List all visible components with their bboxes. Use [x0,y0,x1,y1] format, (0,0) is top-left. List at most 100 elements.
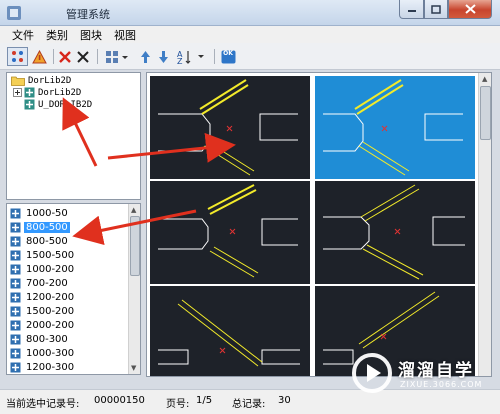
list-item[interactable]: 2000-200 [10,318,128,332]
arrow-up-icon [140,50,150,63]
block-icon [10,306,21,316]
list-item[interactable]: 700-200 [10,276,128,290]
list-scroll-thumb[interactable] [130,216,140,276]
svg-text:Z: Z [177,57,183,65]
drawing-preview [323,79,463,176]
list-item-label: 800-500 [24,221,70,233]
block-icon [10,208,21,218]
list-item[interactable]: 1000-50 [10,206,128,220]
block-icon [10,292,21,302]
window-title: 管理系统 [66,8,110,21]
menu-block[interactable]: 图块 [74,26,108,43]
list-item-label: 2000-200 [26,319,75,331]
thumbnail-cell[interactable] [150,181,310,284]
watermark: 溜溜自学 ZIXUE.3066.COM [350,350,490,396]
menu-bar: 文件 类别 图块 视图 [0,26,500,43]
list-item[interactable]: 1000-200 [10,262,128,276]
list-scrollbar[interactable]: ▲ ▼ [128,204,140,374]
menu-file[interactable]: 文件 [6,26,40,43]
total-label: 总记录: [232,399,266,410]
list-item-label: 1000-50 [26,207,68,219]
thumbnail-cell[interactable] [150,76,310,179]
list-item-label: 1200-200 [26,291,75,303]
block-icon [10,236,21,246]
list-item[interactable]: 800-300 [10,332,128,346]
move-up-button[interactable] [138,47,152,66]
scroll-up-icon[interactable]: ▲ [131,206,136,214]
maximize-icon [431,4,441,14]
list-item[interactable]: 1500-500 [10,248,128,262]
thumbnail-cell-selected[interactable] [315,76,475,179]
list-item[interactable]: 800-500 [10,234,128,248]
drawing-preview [158,184,298,278]
watermark-name: 溜溜自学 [398,361,474,381]
folder-icon [11,76,25,86]
tree-node-child[interactable]: U_DORLIB2D [24,98,92,111]
thumbnail-grid: ▲ [146,72,492,377]
record-label: 当前选中记录号: [6,399,80,410]
grid-scrollbar[interactable]: ▲ [478,73,491,376]
watermark-url: ZIXUE.3066.COM [400,380,483,389]
drawing-preview [158,299,300,367]
block-icon [10,222,21,232]
grid-dots-icon [12,51,23,62]
tree-node-label: DorLib2D [38,87,82,98]
list-item[interactable]: 1200-300 [10,360,128,374]
maximize-button[interactable] [424,0,448,19]
menu-category[interactable]: 类别 [40,26,74,43]
delete-button[interactable] [57,47,73,66]
menu-view[interactable]: 视图 [108,26,142,43]
grid-scroll-thumb[interactable] [480,86,491,140]
list-item[interactable]: 1000-300 [10,346,128,360]
drawing-preview [323,184,465,280]
thumbnail-cell[interactable] [150,286,310,376]
move-down-button[interactable] [156,47,170,66]
arrow-down-icon [158,50,168,63]
watermark-play-icon [352,353,392,393]
view-mode-dropdown[interactable] [104,47,130,66]
minimize-icon [407,10,416,12]
category-tree: DorLib2D DorLib2D U_DORLIB2D [6,72,141,200]
close-button[interactable] [448,0,492,19]
minimize-button[interactable] [399,0,424,19]
block-icon [10,278,21,288]
app-icon [7,6,21,20]
block-icon [10,264,21,274]
list-item[interactable]: 1500-200 [10,304,128,318]
sort-dropdown[interactable]: A Z [175,47,209,66]
ok-button[interactable]: OK [220,47,236,66]
block-icon [24,87,35,98]
block-icon [10,320,21,330]
black-x-icon [77,50,89,63]
expand-plus-icon[interactable] [13,88,22,97]
toolbar-separator [53,49,54,64]
triangle-icon [31,49,47,63]
block-icon [10,348,21,358]
toolbar-separator [97,49,98,64]
scroll-down-icon[interactable]: ▼ [131,364,136,372]
title-bar: 管理系统 [0,0,500,26]
select-tool-button[interactable] [7,47,28,66]
list-item-label: 800-300 [26,333,68,345]
remove-button[interactable] [75,47,91,66]
list-item-label: 1000-300 [26,347,75,359]
list-item-label: 800-500 [26,235,68,247]
page-label: 页号: [166,399,190,410]
block-icon [10,250,21,260]
red-x-icon [59,50,71,63]
warning-tool-button[interactable] [30,47,48,66]
sort-az-icon: A Z [177,50,204,65]
block-icon [10,334,21,344]
thumbnail-cell[interactable] [315,181,475,284]
total-value: 30 [278,395,291,406]
toolbar: A Z OK [0,43,500,70]
drawing-preview [158,79,298,176]
list-item[interactable]: 800-500 [10,220,128,234]
list-item[interactable]: 1200-200 [10,290,128,304]
block-list: 1000-50 800-500 800-500 1500-500 1000-200 700… [6,203,141,375]
block-icon [24,99,35,110]
block-icon [10,362,21,372]
list-item-label: 700-200 [26,277,68,289]
scroll-up-icon[interactable]: ▲ [482,75,487,83]
page-value: 1/5 [196,395,213,406]
